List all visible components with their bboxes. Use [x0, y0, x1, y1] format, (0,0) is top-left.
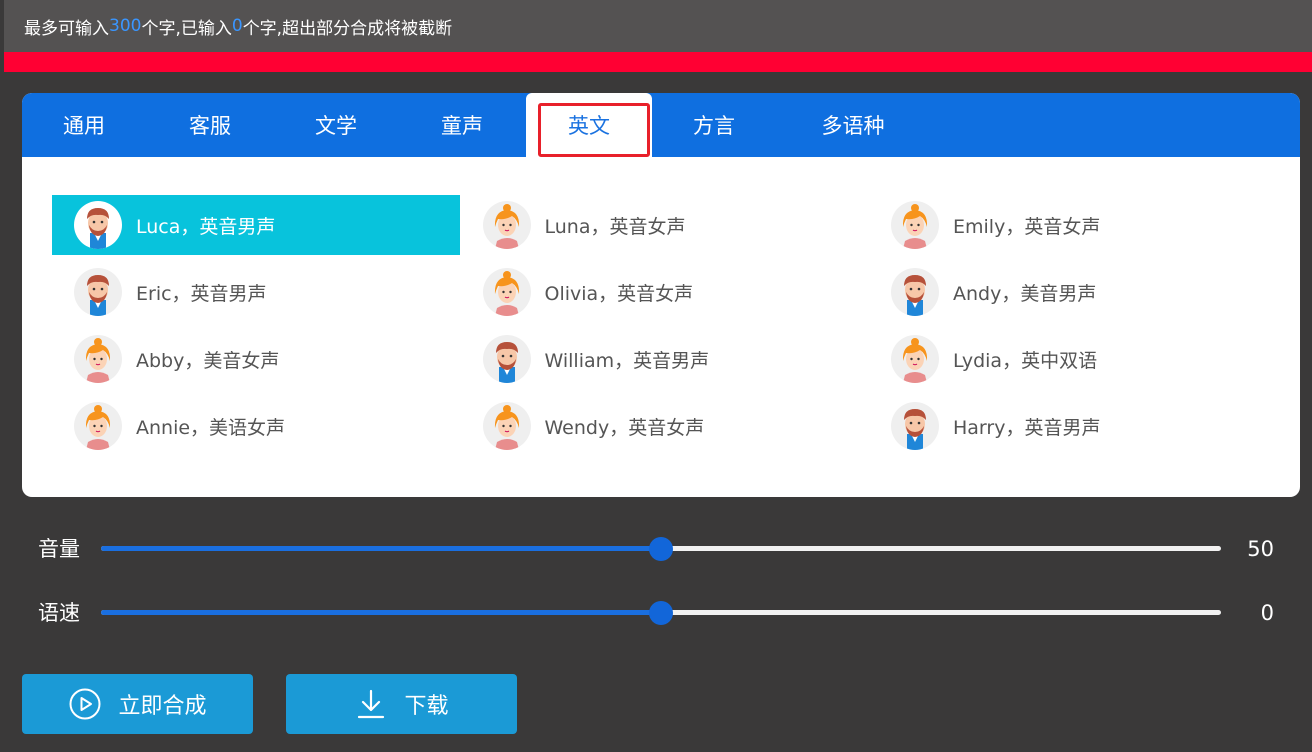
speed-slider-fill	[101, 610, 661, 615]
male-avatar-icon	[74, 201, 122, 249]
voice-item[interactable]: William，英音男声	[461, 329, 869, 389]
alert-bar	[4, 52, 1312, 72]
voice-label: Abby，美音女声	[136, 349, 280, 372]
voice-list: Luca，英音男声 Luna，英音女声 Emily，英音女声 Eric，英音男声 Oli…	[52, 195, 1282, 465]
voice-item[interactable]: Abby，美音女声	[52, 329, 460, 389]
download-button[interactable]: 下载	[286, 674, 517, 734]
tab-label: 童声	[441, 114, 483, 138]
voice-label: Wendy，英音女声	[544, 416, 705, 439]
notice-suffix: 个字,超出部分合成将被截断	[242, 18, 453, 39]
synthesize-button[interactable]: 立即合成	[22, 674, 253, 734]
voice-item[interactable]: Harry，英音男声	[869, 396, 1277, 456]
speed-slider-row: 语速 0	[38, 598, 1278, 628]
speed-slider-thumb[interactable]	[649, 601, 673, 625]
tab-customer-service[interactable]: 客服	[160, 93, 260, 157]
female-avatar-icon	[891, 201, 939, 249]
speed-slider[interactable]	[101, 601, 1221, 625]
voice-item[interactable]: Andy，美音男声	[869, 262, 1277, 322]
voice-label: Lydia，英中双语	[953, 349, 1098, 372]
char-limit-notice: 最多可输入 300 个字,已输入 0 个字,超出部分合成将被截断	[4, 0, 1312, 52]
speed-label: 语速	[38, 601, 80, 625]
volume-slider-row: 音量 50	[38, 534, 1278, 564]
female-avatar-icon	[482, 268, 531, 316]
male-avatar-icon	[74, 268, 122, 316]
tab-dialect[interactable]: 方言	[664, 93, 764, 157]
male-avatar-icon	[891, 402, 939, 450]
tab-label: 文学	[315, 114, 357, 138]
speed-value: 0	[1260, 601, 1274, 625]
female-avatar-icon	[482, 402, 531, 450]
female-avatar-icon	[74, 335, 122, 383]
synthesize-label: 立即合成	[118, 694, 207, 719]
voice-label: Annie，美语女声	[136, 416, 286, 439]
voice-item[interactable]: Annie，美语女声	[52, 396, 460, 456]
max-char-count: 300	[109, 16, 142, 36]
voice-category-tabs: 通用 客服 文学 童声 英文 方言 多语种	[22, 93, 1300, 157]
voice-item[interactable]: Wendy，英音女声	[461, 396, 869, 456]
volume-slider-fill	[101, 546, 661, 551]
female-avatar-icon	[891, 335, 939, 383]
voice-label: Olivia，英音女声	[544, 282, 694, 305]
volume-slider-thumb[interactable]	[649, 537, 673, 561]
male-avatar-icon	[891, 268, 939, 316]
tab-label: 方言	[693, 114, 735, 138]
tab-literature[interactable]: 文学	[286, 93, 386, 157]
tab-highlight-box	[538, 103, 650, 157]
play-circle-icon	[68, 687, 102, 721]
male-avatar-icon	[482, 335, 531, 383]
volume-label: 音量	[38, 537, 80, 561]
download-icon	[354, 687, 388, 721]
notice-middle: 个字,已输入	[141, 18, 232, 39]
voice-label: Harry，英音男声	[953, 416, 1101, 439]
tab-label: 通用	[63, 114, 105, 138]
voice-label: Luna，英音女声	[544, 215, 686, 238]
voice-label: William，英音男声	[544, 349, 710, 372]
voice-label: Luca，英音男声	[136, 215, 276, 238]
tab-general[interactable]: 通用	[34, 93, 134, 157]
volume-slider[interactable]	[101, 537, 1221, 561]
tab-child-voice[interactable]: 童声	[412, 93, 512, 157]
voice-item[interactable]: Eric，英音男声	[52, 262, 460, 322]
voice-item[interactable]: Emily，英音女声	[869, 195, 1277, 255]
voice-item[interactable]: Luca，英音男声	[52, 195, 460, 255]
notice-prefix: 最多可输入	[24, 18, 109, 39]
female-avatar-icon	[74, 402, 122, 450]
voice-selector-card: 通用 客服 文学 童声 英文 方言 多语种 Luca，英音男声 Luna，英音女声…	[22, 93, 1300, 497]
tab-label: 客服	[189, 114, 231, 138]
tab-multilingual[interactable]: 多语种	[798, 93, 908, 157]
volume-value: 50	[1247, 537, 1274, 561]
voice-label: Eric，英音男声	[136, 282, 267, 305]
voice-item[interactable]: Lydia，英中双语	[869, 329, 1277, 389]
voice-item[interactable]: Luna，英音女声	[461, 195, 869, 255]
voice-item[interactable]: Olivia，英音女声	[461, 262, 869, 322]
tab-label: 多语种	[821, 114, 885, 138]
entered-char-count: 0	[231, 16, 243, 36]
female-avatar-icon	[482, 201, 531, 249]
tab-english[interactable]: 英文	[526, 93, 652, 157]
voice-label: Emily，英音女声	[953, 215, 1101, 238]
voice-label: Andy，美音男声	[953, 282, 1097, 305]
download-label: 下载	[404, 694, 449, 719]
